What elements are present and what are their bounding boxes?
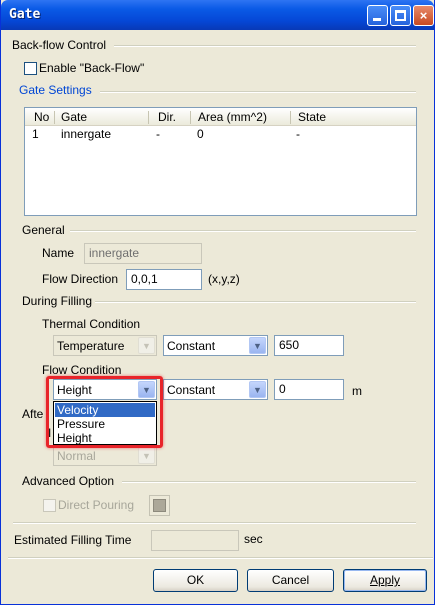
thermal-value-input[interactable]: 650 — [274, 335, 344, 356]
enable-backflow-checkbox[interactable] — [24, 62, 37, 75]
after-filling-value: Normal — [57, 449, 96, 463]
estimated-time-label: Estimated Filling Time — [14, 533, 132, 547]
minimize-button[interactable] — [367, 5, 388, 26]
advanced-bottom-divider — [13, 522, 416, 524]
thermal-condition-label: Thermal Condition — [42, 317, 141, 331]
title-bar[interactable]: Gate × — [1, 0, 434, 30]
flow-direction-input[interactable]: 0,0,1 — [126, 269, 202, 290]
cell-dir: - — [156, 127, 160, 141]
thermal-mode-value: Constant — [167, 339, 216, 353]
flow-condition-label: Flow Condition — [42, 363, 122, 377]
estimated-time-field — [151, 530, 239, 551]
thermal-mode-select[interactable]: Constant ▼ — [163, 335, 268, 356]
enable-backflow-label[interactable]: Enable "Back-Flow" — [39, 61, 144, 75]
gate-list[interactable]: No Gate Dir. Area (mm^2) State 1 innerga… — [24, 107, 417, 216]
column-separator[interactable] — [190, 111, 191, 124]
chevron-down-icon: ▼ — [138, 337, 155, 354]
general-divider — [70, 230, 416, 232]
direct-pouring-settings-button — [149, 495, 170, 516]
name-label: Name — [42, 246, 75, 260]
maximize-icon — [395, 10, 406, 21]
flow-value-unit: m — [352, 384, 362, 398]
backflow-section-label: Back-flow Control — [12, 38, 107, 52]
column-header-area[interactable]: Area (mm^2) — [198, 110, 267, 124]
minimize-icon — [373, 18, 381, 21]
during-filling-section-label: During Filling — [22, 294, 93, 308]
column-header-no[interactable]: No — [34, 110, 49, 124]
direct-pouring-label: Direct Pouring — [58, 498, 135, 512]
maximize-button[interactable] — [390, 5, 411, 26]
during-filling-divider — [95, 301, 416, 303]
general-section-label: General — [22, 223, 65, 237]
column-header-state[interactable]: State — [298, 110, 326, 124]
flow-direction-unit: (x,y,z) — [208, 272, 240, 286]
flow-direction-label: Flow Direction — [42, 272, 119, 286]
column-header-gate[interactable]: Gate — [61, 110, 87, 124]
cell-area: 0 — [197, 127, 204, 141]
red-highlight-annotation — [46, 376, 163, 448]
name-field: innergate — [84, 243, 202, 264]
chevron-down-icon: ▼ — [138, 447, 155, 464]
cancel-button[interactable]: Cancel — [247, 569, 334, 592]
after-filling-select: Normal ▼ — [53, 445, 157, 466]
gate-settings-section-label: Gate Settings — [19, 83, 92, 97]
flow-mode-value: Constant — [167, 383, 216, 397]
after-filling-section-label: Afte — [22, 407, 44, 421]
square-icon — [153, 499, 166, 512]
column-separator[interactable] — [290, 111, 291, 124]
close-icon: × — [419, 8, 428, 23]
ok-button[interactable]: OK — [153, 569, 238, 592]
flow-mode-select[interactable]: Constant ▼ — [163, 379, 268, 400]
advanced-divider — [122, 481, 416, 483]
cell-gate: innergate — [61, 127, 112, 141]
gate-dialog: Gate × Back-flow Control Enable "Back-Fl… — [0, 0, 435, 605]
footer-divider — [8, 557, 433, 559]
flow-value-input[interactable]: 0 — [274, 379, 344, 400]
column-header-dir[interactable]: Dir. — [158, 110, 176, 124]
gate-list-header: No Gate Dir. Area (mm^2) State — [25, 108, 416, 126]
thermal-type-select: Temperature ▼ — [53, 335, 157, 356]
close-button[interactable]: × — [413, 5, 434, 26]
apply-button[interactable]: Apply — [343, 569, 427, 592]
chevron-down-icon[interactable]: ▼ — [249, 381, 266, 398]
estimated-time-unit: sec — [244, 532, 263, 546]
gate-settings-divider — [100, 91, 416, 93]
cell-no: 1 — [32, 127, 39, 141]
direct-pouring-checkbox — [43, 499, 56, 512]
thermal-type-value: Temperature — [57, 339, 125, 353]
advanced-section-label: Advanced Option — [22, 474, 115, 488]
window-title: Gate — [9, 7, 41, 22]
column-separator[interactable] — [54, 111, 55, 124]
backflow-divider — [114, 45, 416, 47]
chevron-down-icon[interactable]: ▼ — [249, 337, 266, 354]
column-separator[interactable] — [148, 111, 149, 124]
cell-state: - — [296, 127, 300, 141]
apply-button-label: Apply — [369, 573, 401, 587]
